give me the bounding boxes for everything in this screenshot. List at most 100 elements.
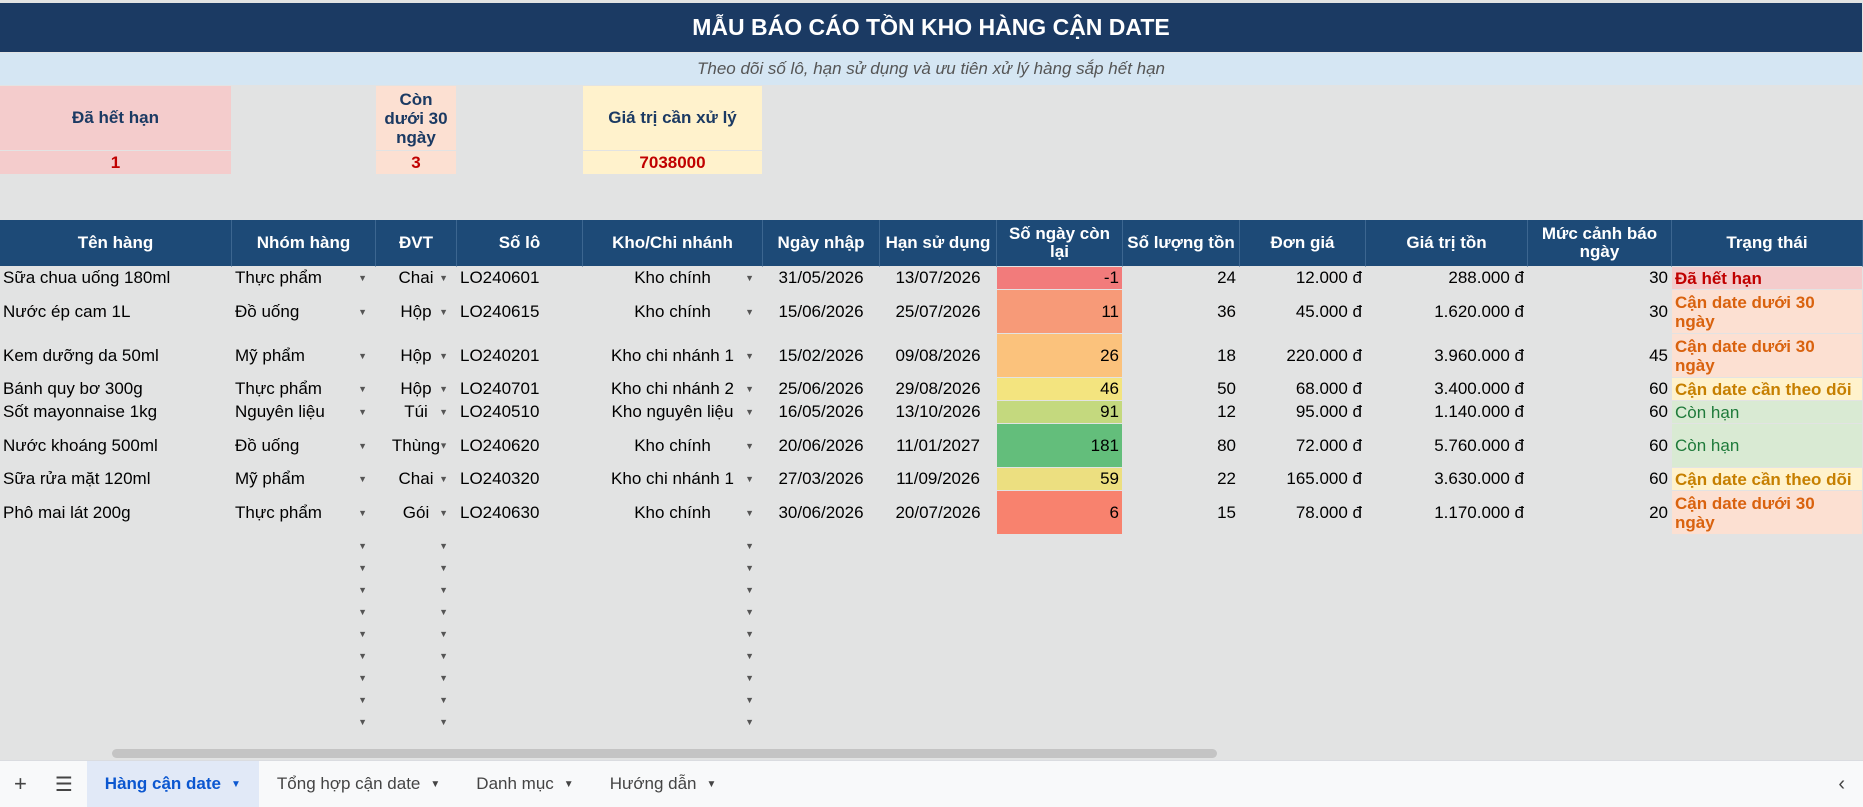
cell-warehouse[interactable]: Kho nguyên liệu ▼ — [583, 401, 763, 424]
col-header-lot[interactable]: Số lô — [457, 220, 583, 267]
cell-value[interactable]: 1.140.000 đ — [1366, 401, 1528, 424]
empty-cell[interactable]: ▼ — [376, 711, 457, 733]
empty-cell[interactable] — [457, 623, 583, 645]
empty-cell[interactable] — [1366, 623, 1528, 645]
empty-cell[interactable] — [997, 623, 1123, 645]
cell-lot[interactable]: LO240201 — [457, 334, 583, 378]
empty-cell[interactable] — [880, 645, 997, 667]
empty-cell[interactable] — [1528, 623, 1672, 645]
cell-qty[interactable]: 22 — [1123, 468, 1240, 491]
dropdown-arrow-icon[interactable]: ▼ — [745, 351, 754, 361]
tab-danh-muc[interactable]: Danh mục ▼ — [458, 761, 591, 807]
empty-cell[interactable] — [0, 689, 232, 711]
cell-status[interactable]: Còn hạn — [1672, 424, 1863, 468]
empty-cell[interactable] — [997, 711, 1123, 733]
empty-cell[interactable] — [232, 86, 376, 151]
empty-cell[interactable] — [763, 601, 880, 623]
cell-unit[interactable]: Hộp ▼ — [376, 290, 457, 334]
empty-cell[interactable] — [880, 86, 997, 151]
empty-cell[interactable] — [1528, 579, 1672, 601]
empty-cell[interactable]: ▼ — [232, 579, 376, 601]
empty-cell[interactable] — [457, 535, 583, 557]
cell-in-date[interactable]: 15/02/2026 — [763, 334, 880, 378]
empty-cell[interactable] — [1240, 557, 1366, 579]
chevron-down-icon[interactable]: ▼ — [231, 779, 241, 790]
cell-lot[interactable]: LO240601 — [457, 267, 583, 290]
cell-exp-date[interactable]: 13/10/2026 — [880, 401, 997, 424]
empty-cell[interactable] — [1240, 579, 1366, 601]
cell-qty[interactable]: 15 — [1123, 491, 1240, 535]
dropdown-arrow-icon[interactable]: ▼ — [745, 508, 754, 518]
empty-cell[interactable]: ▼ — [376, 557, 457, 579]
empty-cell[interactable]: ▼ — [583, 557, 763, 579]
cell-warehouse[interactable]: Kho chi nhánh 2 ▼ — [583, 378, 763, 401]
dropdown-arrow-icon[interactable]: ▼ — [358, 273, 367, 283]
dropdown-arrow-icon[interactable]: ▼ — [745, 651, 754, 661]
cell-warn[interactable]: 30 — [1528, 290, 1672, 334]
empty-cell[interactable] — [1528, 557, 1672, 579]
empty-cell[interactable]: ▼ — [232, 711, 376, 733]
dropdown-arrow-icon[interactable]: ▼ — [439, 436, 448, 455]
cell-group[interactable]: Mỹ phẩm ▼ — [232, 334, 376, 378]
dropdown-arrow-icon[interactable]: ▼ — [745, 563, 754, 573]
dropdown-arrow-icon[interactable]: ▼ — [745, 585, 754, 595]
dropdown-arrow-icon[interactable]: ▼ — [358, 407, 367, 417]
empty-cell[interactable] — [457, 601, 583, 623]
empty-cell[interactable] — [1123, 579, 1240, 601]
report-title[interactable]: MẪU BÁO CÁO TỒN KHO HÀNG CẬN DATE — [0, 3, 1863, 53]
empty-cell[interactable]: ▼ — [583, 667, 763, 689]
cell-exp-date[interactable]: 09/08/2026 — [880, 334, 997, 378]
empty-cell[interactable] — [1672, 689, 1863, 711]
spreadsheet-grid[interactable]: MẪU BÁO CÁO TỒN KHO HÀNG CẬN DATE Theo d… — [0, 0, 1863, 760]
empty-cell[interactable] — [1672, 557, 1863, 579]
cell-value[interactable]: 1.620.000 đ — [1366, 290, 1528, 334]
empty-cell[interactable] — [1240, 86, 1366, 151]
dropdown-arrow-icon[interactable]: ▼ — [439, 541, 448, 551]
cell-days[interactable]: 46 — [997, 378, 1123, 401]
dropdown-arrow-icon[interactable]: ▼ — [439, 695, 448, 705]
cell-exp-date[interactable]: 29/08/2026 — [880, 378, 997, 401]
cell-price[interactable]: 78.000 đ — [1240, 491, 1366, 535]
dropdown-arrow-icon[interactable]: ▼ — [358, 607, 367, 617]
dropdown-arrow-icon[interactable]: ▼ — [745, 384, 754, 394]
chevron-down-icon[interactable]: ▼ — [707, 779, 717, 790]
chevron-down-icon[interactable]: ▼ — [564, 779, 574, 790]
empty-cell[interactable] — [1672, 579, 1863, 601]
empty-cell[interactable] — [1240, 645, 1366, 667]
empty-cell[interactable] — [1672, 535, 1863, 557]
empty-cell[interactable] — [997, 667, 1123, 689]
cell-name[interactable]: Sữa rửa mặt 120ml — [0, 468, 232, 491]
empty-cell[interactable]: ▼ — [232, 667, 376, 689]
empty-cell[interactable] — [1123, 86, 1240, 151]
empty-cell[interactable] — [457, 645, 583, 667]
dropdown-arrow-icon[interactable]: ▼ — [745, 541, 754, 551]
cell-status[interactable]: Cận date dưới 30 ngày — [1672, 290, 1863, 334]
empty-cell[interactable] — [1240, 623, 1366, 645]
empty-cell[interactable]: ▼ — [376, 689, 457, 711]
empty-cell[interactable] — [880, 579, 997, 601]
dropdown-arrow-icon[interactable]: ▼ — [745, 307, 754, 317]
col-header-name[interactable]: Tên hàng — [0, 220, 232, 267]
empty-cell[interactable] — [880, 667, 997, 689]
cell-in-date[interactable]: 31/05/2026 — [763, 267, 880, 290]
cell-lot[interactable]: LO240510 — [457, 401, 583, 424]
empty-cell[interactable] — [763, 711, 880, 733]
cell-value[interactable]: 3.960.000 đ — [1366, 334, 1528, 378]
cell-in-date[interactable]: 27/03/2026 — [763, 468, 880, 491]
cell-days[interactable]: 26 — [997, 334, 1123, 378]
empty-cell[interactable] — [232, 151, 376, 175]
empty-cell[interactable]: ▼ — [232, 623, 376, 645]
empty-cell[interactable] — [1366, 601, 1528, 623]
empty-cell[interactable] — [1123, 645, 1240, 667]
empty-cell[interactable]: ▼ — [583, 645, 763, 667]
cell-lot[interactable]: LO240320 — [457, 468, 583, 491]
cell-exp-date[interactable]: 13/07/2026 — [880, 267, 997, 290]
cell-in-date[interactable]: 30/06/2026 — [763, 491, 880, 535]
empty-cell[interactable] — [880, 623, 997, 645]
col-header-value[interactable]: Giá trị tồn — [1366, 220, 1528, 267]
tab-tong-hop-can-date[interactable]: Tổng hợp cận date ▼ — [259, 761, 458, 807]
empty-cell[interactable] — [457, 579, 583, 601]
dropdown-arrow-icon[interactable]: ▼ — [439, 585, 448, 595]
empty-row[interactable] — [0, 197, 1863, 220]
empty-cell[interactable]: ▼ — [583, 711, 763, 733]
